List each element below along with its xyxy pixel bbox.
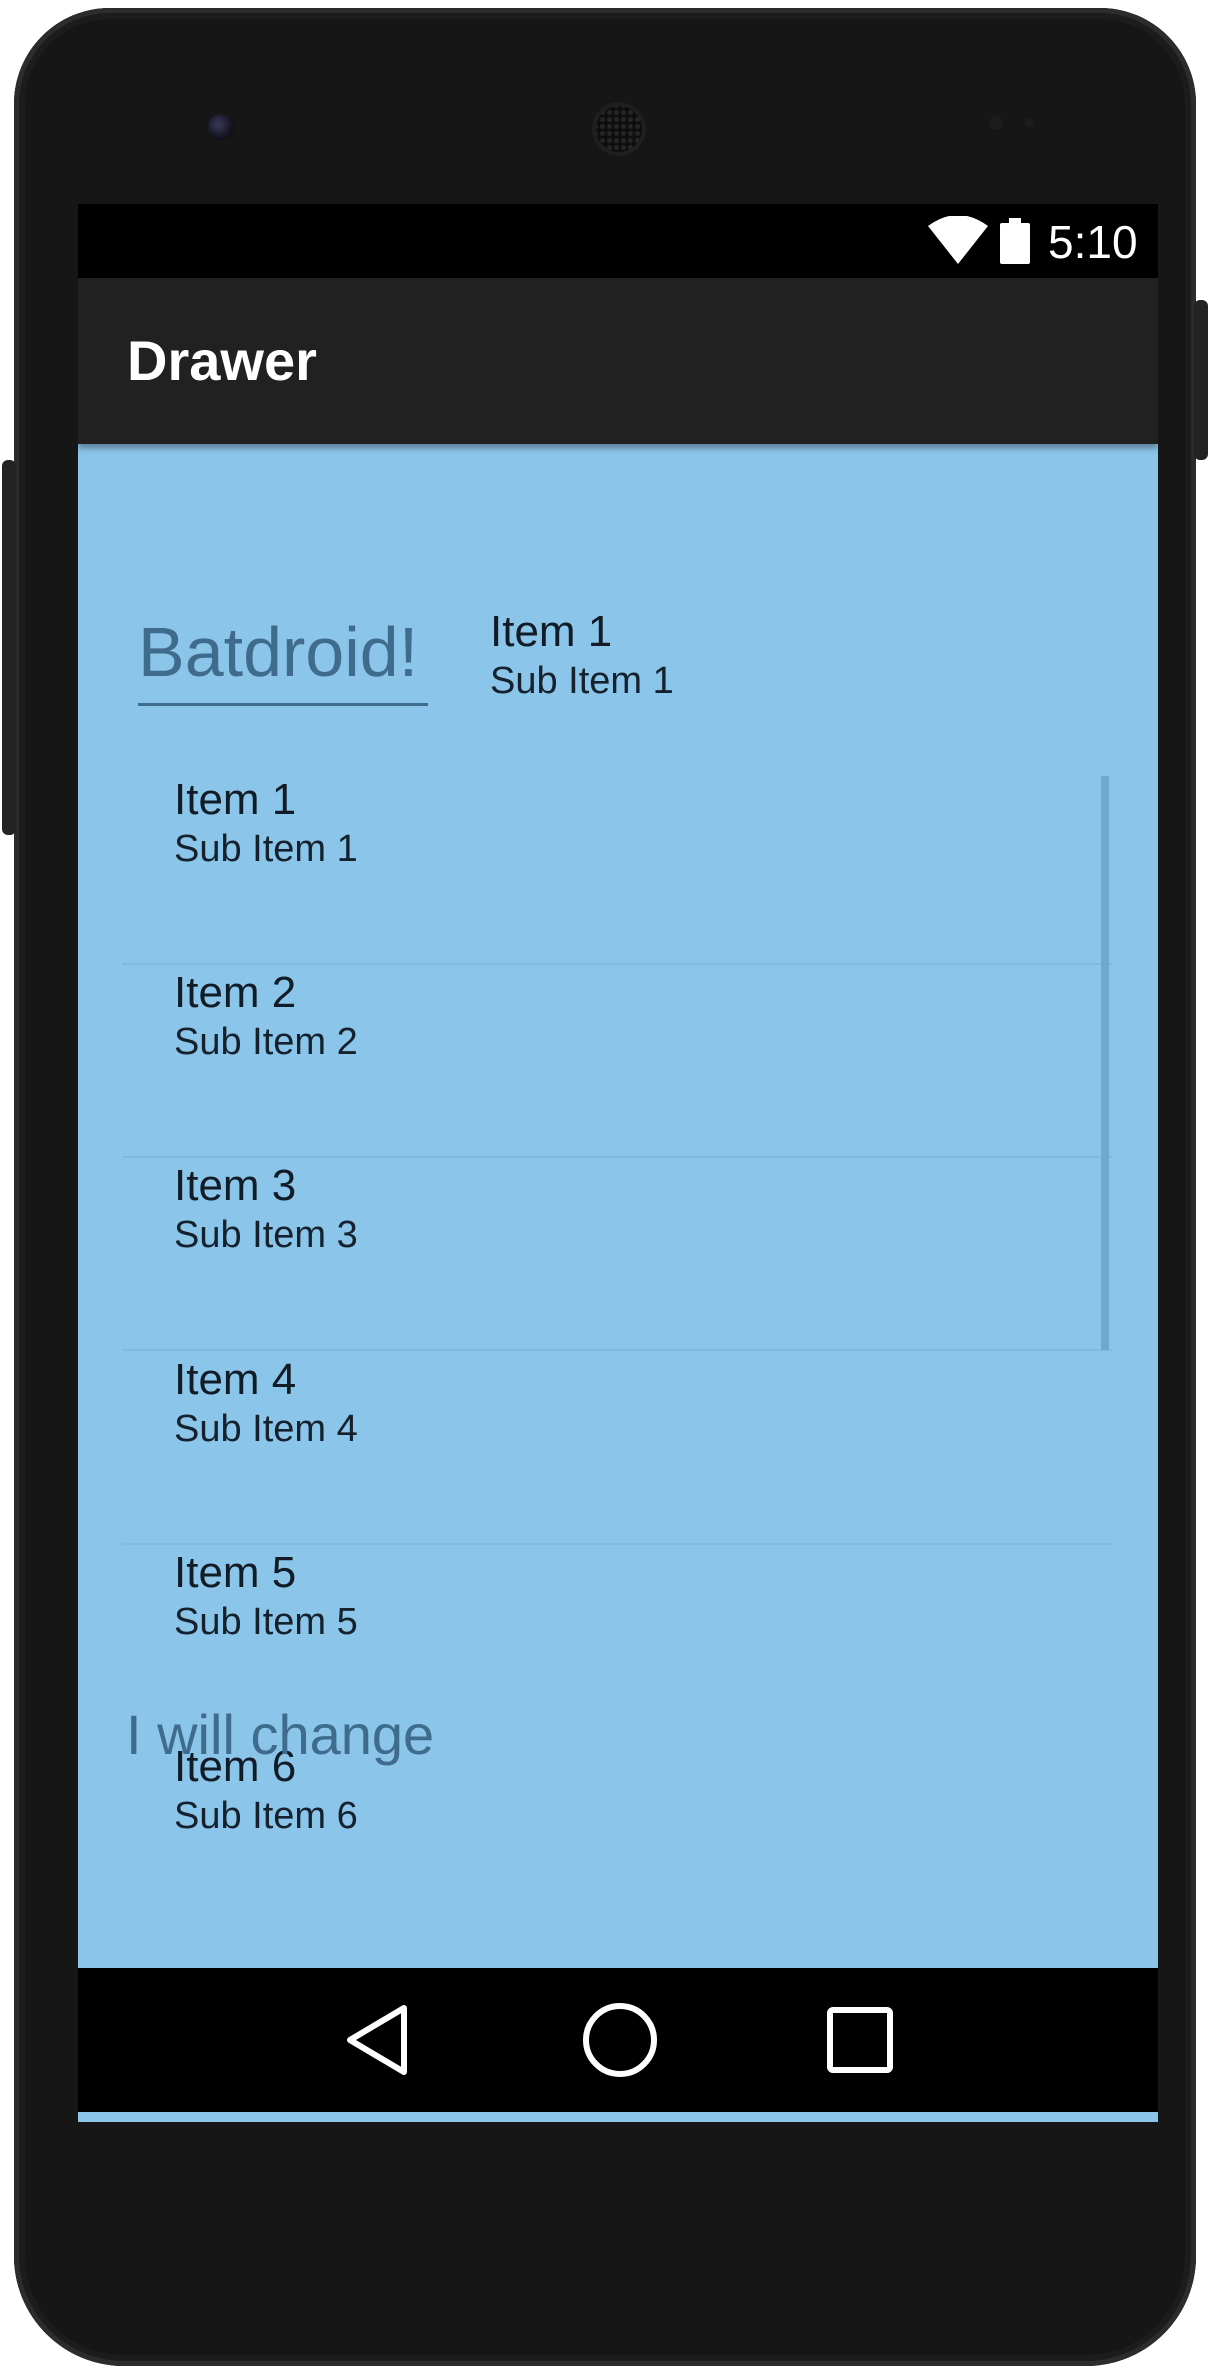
power-button: [2, 460, 16, 835]
app-bar: Drawer: [78, 278, 1158, 444]
wifi-icon: [928, 216, 988, 264]
status-bar: 5:10: [78, 204, 1158, 278]
list-item-subtitle: Sub Item 5: [174, 1601, 358, 1643]
list-divider: [122, 1543, 1112, 1545]
list-item-title: Item 1: [174, 775, 297, 824]
header-logo-text[interactable]: Batdroid!: [138, 612, 418, 692]
list-item-title: Item 4: [174, 1355, 297, 1404]
list-item-subtitle: Sub Item 2: [174, 1021, 358, 1063]
header-item-title: Item 1: [490, 607, 613, 656]
header-item[interactable]: Item 1 Sub Item 1: [490, 606, 674, 704]
list-item-1[interactable]: Item 1 Sub Item 1: [174, 774, 1074, 968]
overlay-change-text: I will change: [126, 1703, 435, 1766]
list-item-6[interactable]: Item 6 Sub Item 6: [174, 1741, 1074, 1935]
app-bar-title: Drawer: [127, 329, 317, 392]
list-item-4[interactable]: Item 4 Sub Item 4: [174, 1354, 1074, 1548]
list-scrollbar[interactable]: [1101, 776, 1109, 1350]
list-item-2[interactable]: Item 2 Sub Item 2: [174, 967, 1074, 1161]
volume-button: [1194, 300, 1208, 460]
recents-icon[interactable]: [818, 1998, 902, 2082]
list-divider: [122, 1156, 1112, 1158]
phone-frame: 5:10 Drawer Batdroid! Item 1 Sub Item 1 …: [14, 8, 1196, 2366]
proximity-sensor: [989, 116, 1003, 130]
light-sensor: [1024, 118, 1034, 128]
list-item-title: Item 2: [174, 968, 297, 1017]
status-time: 5:10: [1048, 216, 1138, 268]
header-logo-underline: [138, 703, 428, 706]
list-item-subtitle: Sub Item 3: [174, 1214, 358, 1256]
list-divider: [122, 1349, 1112, 1351]
list-divider: [122, 963, 1112, 965]
back-icon[interactable]: [338, 1998, 422, 2082]
battery-icon: [1000, 218, 1030, 264]
list-item-title: Item 3: [174, 1161, 297, 1210]
home-icon[interactable]: [578, 1998, 662, 2082]
navigation-bar: [78, 1968, 1158, 2112]
list-item-title: Item 5: [174, 1548, 297, 1597]
header-item-subtitle: Sub Item 1: [490, 660, 674, 702]
list-item-subtitle: Sub Item 4: [174, 1408, 358, 1450]
screen: 5:10 Drawer Batdroid! Item 1 Sub Item 1 …: [78, 204, 1158, 2122]
list-item-subtitle: Sub Item 6: [174, 1795, 358, 1837]
earpiece-speaker: [592, 102, 646, 156]
list-item-3[interactable]: Item 3 Sub Item 3: [174, 1160, 1074, 1354]
front-camera: [208, 114, 234, 140]
list-item-subtitle: Sub Item 1: [174, 828, 358, 870]
